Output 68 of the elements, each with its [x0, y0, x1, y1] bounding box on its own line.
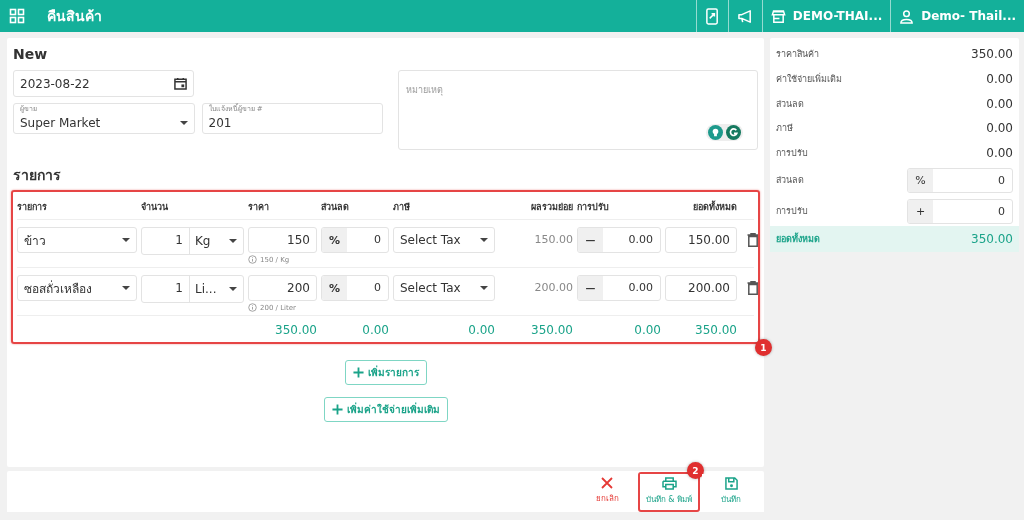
- column-header: ภาษี: [393, 200, 411, 214]
- tax-total: 0.00: [467, 323, 495, 337]
- price-field[interactable]: 200: [248, 275, 317, 301]
- calendar-icon: [174, 77, 187, 90]
- summary-label: ค่าใช้จ่ายเพิ่มเติม: [776, 72, 842, 86]
- info-icon: [248, 255, 257, 264]
- grammar-icon[interactable]: [726, 125, 741, 140]
- discount-field[interactable]: % 0: [321, 275, 389, 301]
- summary-input[interactable]: % 0: [907, 168, 1013, 193]
- summary-value: 0.00: [986, 145, 1013, 160]
- adjustment-total: 0.00: [633, 323, 661, 337]
- summary-label: การปรับ: [776, 205, 808, 219]
- phone-icon[interactable]: [704, 7, 720, 25]
- summary-input[interactable]: + 0: [907, 198, 1013, 224]
- close-icon: [601, 477, 613, 489]
- summary-value: 0.00: [986, 71, 1013, 86]
- tax-select[interactable]: Select Tax: [393, 275, 495, 301]
- summary-label: ภาษี: [776, 122, 793, 136]
- column-header: รายการ: [17, 200, 48, 214]
- summary-label: ราคาสินค้า: [776, 48, 819, 62]
- column-header: ราคา: [248, 200, 270, 214]
- plus-icon: [352, 367, 364, 378]
- column-header: ผลรวมย่อย: [530, 200, 573, 214]
- adjustment-field[interactable]: − 0.00: [577, 227, 661, 253]
- quantity-field[interactable]: 1 Li...: [141, 275, 244, 303]
- column-header: ส่วนลด: [321, 200, 350, 214]
- tax-select[interactable]: Select Tax: [393, 227, 495, 253]
- summary-value: 350.00: [971, 47, 1013, 62]
- adjustment-field[interactable]: − 0.00: [577, 275, 661, 301]
- printer-icon: [661, 476, 677, 490]
- line-total-field[interactable]: 150.00: [665, 227, 737, 253]
- summary-value: 0.00: [986, 121, 1013, 136]
- discount-total: 0.00: [361, 323, 389, 337]
- quantity-field[interactable]: 1 Kg: [141, 227, 244, 255]
- store-icon[interactable]: [770, 8, 786, 24]
- delete-icon[interactable]: [747, 233, 759, 247]
- plus-icon: [331, 404, 343, 415]
- summary-label: ส่วนลด: [776, 174, 804, 188]
- megaphone-icon[interactable]: [736, 8, 754, 24]
- apps-grid-icon[interactable]: [9, 8, 25, 24]
- product-select[interactable]: ซอสถั่วเหลือง: [17, 275, 137, 301]
- items-heading: รายการ: [13, 166, 62, 185]
- discount-field[interactable]: % 0: [321, 227, 389, 253]
- delete-icon[interactable]: [747, 281, 759, 295]
- summary-value: 0.00: [986, 96, 1013, 111]
- summary-label: การปรับ: [776, 146, 808, 160]
- user-icon[interactable]: [899, 8, 915, 24]
- line-total-field[interactable]: 200.00: [665, 275, 737, 301]
- lightbulb-icon[interactable]: [708, 125, 723, 140]
- column-header: การปรับ: [577, 200, 610, 214]
- callout-badge: 1: [755, 339, 772, 356]
- subtotal-total: 350.00: [530, 323, 573, 337]
- form-heading: New: [13, 46, 49, 62]
- column-header: ยอดทั้งหมด: [692, 199, 737, 214]
- product-select[interactable]: ข้าว: [17, 227, 137, 253]
- date-field[interactable]: 2023-08-22: [13, 70, 194, 97]
- page-title: คืนสินค้า: [47, 7, 102, 26]
- total-value: 350.00: [971, 232, 1013, 247]
- column-header: จำนวน: [141, 200, 169, 214]
- total-label: ยอดทั้งหมด: [776, 232, 820, 247]
- price-field[interactable]: 150: [248, 227, 317, 253]
- save-icon: [724, 476, 738, 490]
- price-total: 350.00: [274, 323, 317, 337]
- subtotal-value: 150.00: [533, 232, 573, 248]
- summary-label: ส่วนลด: [776, 97, 804, 111]
- info-icon: [248, 303, 257, 312]
- subtotal-value: 200.00: [533, 280, 573, 296]
- grand-total: 350.00: [694, 323, 737, 337]
